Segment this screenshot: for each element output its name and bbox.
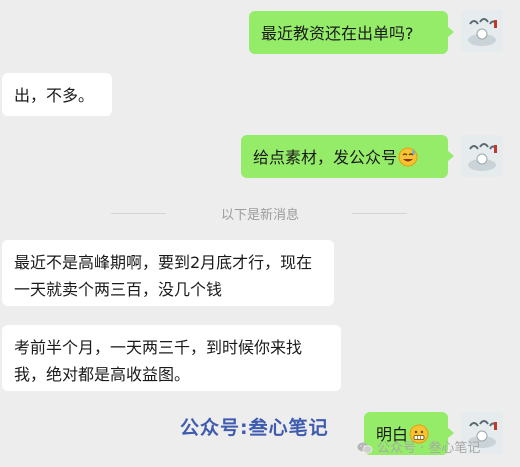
message-bubble-incoming[interactable]: 最近不是高峰期啊，要到2月底才行，现在一天就卖个两三百，没几个钱 bbox=[2, 240, 334, 306]
message-text: 考前半个月，一天两三千，到时候你来找我，绝对都是高收益图。 bbox=[14, 338, 303, 384]
avatar[interactable] bbox=[461, 135, 503, 177]
message-text: 最近不是高峰期啊，要到2月底才行，现在一天就卖个两三百，没几个钱 bbox=[14, 253, 313, 299]
message-text: 最近教资还在出单吗? bbox=[261, 24, 414, 43]
wechat-watermark: 公众号 · 叁心笔记 bbox=[357, 437, 480, 459]
overlay-watermark: 公众号:叁心笔记 bbox=[180, 417, 329, 439]
message-bubble-outgoing[interactable]: 给点素材，发公众号 bbox=[241, 135, 454, 178]
message-bubble-incoming[interactable]: 考前半个月，一天两三千，到时候你来找我，绝对都是高收益图。 bbox=[2, 325, 341, 391]
wechat-watermark-text: 公众号 · 叁心笔记 bbox=[377, 441, 481, 456]
sweat-smile-emoji-icon bbox=[398, 147, 418, 167]
avatar-image bbox=[461, 10, 503, 52]
message-text: 出，不多。 bbox=[14, 86, 95, 105]
message-bubble-incoming[interactable]: 出，不多。 bbox=[2, 73, 112, 116]
divider-line bbox=[352, 213, 407, 214]
avatar[interactable] bbox=[461, 10, 503, 52]
message-text: 给点素材，发公众号 bbox=[253, 148, 398, 167]
wechat-icon bbox=[357, 441, 373, 459]
avatar-image bbox=[461, 135, 503, 177]
new-messages-divider: 以下是新消息 bbox=[0, 203, 520, 223]
message-bubble-outgoing[interactable]: 最近教资还在出单吗? bbox=[249, 11, 454, 54]
divider-text: 以下是新消息 bbox=[220, 208, 299, 223]
